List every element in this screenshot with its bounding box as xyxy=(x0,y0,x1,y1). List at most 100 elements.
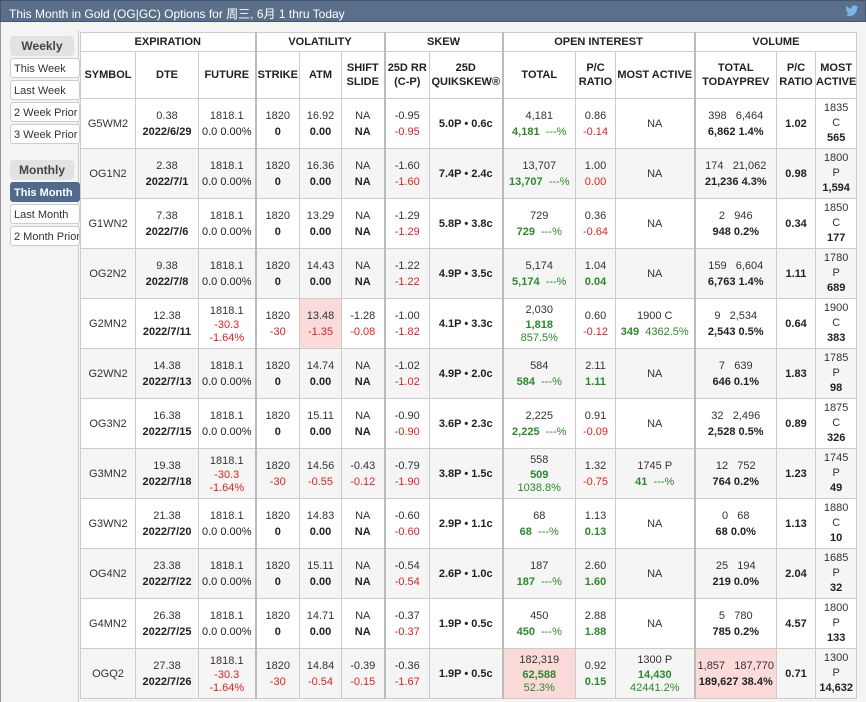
symbol[interactable]: OG4N2 xyxy=(89,568,126,580)
symbol[interactable]: G2WN2 xyxy=(88,368,127,380)
oi-new: 729 xyxy=(516,225,535,238)
rr-value: -0.90 xyxy=(394,409,420,422)
oi-total-cell: 187 187 ---% xyxy=(502,548,576,599)
vol-ma-type: P xyxy=(832,267,840,279)
vol-most-active-cell: 1745 P 49 xyxy=(814,448,858,499)
symbol-cell[interactable]: G2MN2 xyxy=(80,298,136,349)
col-oi-pc-ratio[interactable]: P/C RATIO xyxy=(575,51,616,99)
dte-cell: 0.38 2022/6/29 xyxy=(135,98,199,149)
oi-pc-change: -0.14 xyxy=(582,125,609,138)
symbol-cell[interactable]: OG4N2 xyxy=(80,548,136,599)
sidebar-item-2-week-prior[interactable]: 2 Week Prior xyxy=(10,102,80,122)
atm-cell: 14.83 0.00 xyxy=(299,498,342,549)
symbol[interactable]: G3WN2 xyxy=(88,518,127,530)
vol-today: 0 xyxy=(721,509,729,522)
symbol[interactable]: G5WM2 xyxy=(88,118,128,130)
symbol-cell[interactable]: G5WM2 xyxy=(80,98,136,149)
col-oi-most-active[interactable]: MOST ACTIVE xyxy=(615,51,696,99)
vol-total-cell: 159 6,604 6,763 1.4% xyxy=(694,248,777,299)
table-row[interactable]: G2MN2 12.38 2022/7/11 1818.1 -30.3 -1.64% 1820… xyxy=(80,298,858,349)
symbol[interactable]: G4MN2 xyxy=(89,618,127,630)
sidebar-item-last-month[interactable]: Last Month xyxy=(10,204,80,224)
dte: 7.38 xyxy=(156,209,178,222)
table-row[interactable]: G3WN2 21.38 2022/7/20 1818.1 0.0 0.00% 1820 0 1… xyxy=(80,498,858,549)
symbol[interactable]: G1WN2 xyxy=(88,218,127,230)
oi-total-cell: 2,030 1,818 857.5% xyxy=(502,298,576,349)
table-row[interactable]: OGQ2 27.38 2022/7/26 1818.1 -30.3 -1.64% 1820 -… xyxy=(80,648,858,699)
shift-value: -1.28 xyxy=(350,309,376,322)
strike: 1820 xyxy=(265,559,290,572)
table-row[interactable]: G5WM2 0.38 2022/6/29 1818.1 0.0 0.00% 1820 0 16… xyxy=(80,98,858,149)
table-row[interactable]: G1WN2 7.38 2022/7/6 1818.1 0.0 0.00% 1820 0 13.… xyxy=(80,198,858,249)
col-quikskew[interactable]: 25D QUIKSKEW® xyxy=(429,51,504,99)
vol-pc-ratio: 0.34 xyxy=(785,217,807,230)
col-shift-slide[interactable]: SHIFT SLIDE xyxy=(341,51,386,99)
sidebar-item-this-week[interactable]: This Week xyxy=(10,58,80,78)
symbol[interactable]: OG1N2 xyxy=(89,168,126,180)
symbol[interactable]: OG2N2 xyxy=(89,268,126,280)
col-25d-rr[interactable]: 25D RR (C-P) xyxy=(384,51,430,99)
vol-ma-strike: 1900 xyxy=(823,302,849,314)
strike: 1820 xyxy=(265,509,290,522)
symbol[interactable]: OG3N2 xyxy=(89,418,126,430)
table-row[interactable]: OG3N2 16.38 2022/7/15 1818.1 0.0 0.00% 1820 0 1… xyxy=(80,398,858,449)
symbol-cell[interactable]: G4MN2 xyxy=(80,598,136,649)
sidebar-item-last-week[interactable]: Last Week xyxy=(10,80,80,100)
oi-new: 1,818 xyxy=(525,319,554,331)
oi-most-active: 1745 P xyxy=(637,459,673,472)
strike: 1820 xyxy=(265,109,290,122)
group-volatility: VOLATILITY xyxy=(255,32,386,52)
strike-change: 0 xyxy=(274,125,281,138)
symbol[interactable]: OGQ2 xyxy=(92,668,124,680)
oi-most-active-cell: 1300 P 14,430 42441.2% xyxy=(615,648,696,699)
oi-most-active-cell: 1900 C 349 4362.5% xyxy=(615,298,696,349)
vol-total-cell: 1,857 187,770 189,627 38.4% xyxy=(694,648,777,699)
symbol-cell[interactable]: OG3N2 xyxy=(80,398,136,449)
symbol-cell[interactable]: G3WN2 xyxy=(80,498,136,549)
oi-most-active-cell: NA xyxy=(615,598,696,649)
oi-new: 62,588 xyxy=(522,669,557,681)
oi-new-pct: ---% xyxy=(541,375,562,388)
rr-change: -1.90 xyxy=(394,475,420,488)
col-atm[interactable]: ATM xyxy=(299,51,342,99)
symbol[interactable]: G2MN2 xyxy=(89,318,127,330)
symbol-cell[interactable]: OG2N2 xyxy=(80,248,136,299)
oi-most-active: NA xyxy=(647,217,663,230)
table-row[interactable]: G3MN2 19.38 2022/7/18 1818.1 -30.3 -1.64% 1820… xyxy=(80,448,858,499)
col-symbol[interactable]: SYMBOL xyxy=(80,51,136,99)
col-oi-total[interactable]: TOTAL xyxy=(502,51,576,99)
sidebar-item-2-month-prior[interactable]: 2 Month Prior xyxy=(10,226,80,246)
table-row[interactable]: OG2N2 9.38 2022/7/8 1818.1 0.0 0.00% 1820 0 14.… xyxy=(80,248,858,299)
col-vol-pc-ratio[interactable]: P/C RATIO xyxy=(776,51,816,99)
table-row[interactable]: G4MN2 26.38 2022/7/25 1818.1 0.0 0.00% 1820 0 1… xyxy=(80,598,858,649)
future-cell: 1818.1 0.0 0.00% xyxy=(198,198,257,249)
symbol[interactable]: G3MN2 xyxy=(89,468,127,480)
atm-change: 0.00 xyxy=(309,175,332,188)
symbol-cell[interactable]: G3MN2 xyxy=(80,448,136,499)
vol-prev: 187,770 xyxy=(734,659,774,672)
symbol-cell[interactable]: G2WN2 xyxy=(80,348,136,399)
future-cell: 1818.1 0.0 0.00% xyxy=(198,398,257,449)
symbol-cell[interactable]: G1WN2 xyxy=(80,198,136,249)
symbol-cell[interactable]: OGQ2 xyxy=(80,648,136,699)
col-future[interactable]: FUTURE xyxy=(198,51,257,99)
col-dte[interactable]: DTE xyxy=(135,51,199,99)
atm-cell: 14.74 0.00 xyxy=(299,348,342,399)
vol-pct: 4.3% xyxy=(741,175,767,188)
col-strike[interactable]: STRIKE xyxy=(255,51,300,99)
table-row[interactable]: G2WN2 14.38 2022/7/13 1818.1 0.0 0.00% 1820 0 1… xyxy=(80,348,858,399)
strike-change: 0 xyxy=(274,225,281,238)
atm-cell: 15.11 0.00 xyxy=(299,548,342,599)
symbol-cell[interactable]: OG1N2 xyxy=(80,148,136,199)
quikskew-cell: 3.8P • 1.5c xyxy=(429,448,504,499)
table-row[interactable]: OG1N2 2.38 2022/7/1 1818.1 0.0 0.00% 1820 0 16.… xyxy=(80,148,858,199)
col-vol-most-active[interactable]: MOST ACTIVE xyxy=(814,51,858,99)
table-row[interactable]: OG4N2 23.38 2022/7/22 1818.1 0.0 0.00% 1820 0 1… xyxy=(80,548,858,599)
vol-pc-ratio: 0.89 xyxy=(785,417,807,430)
sidebar-item-this-month[interactable]: This Month xyxy=(10,182,80,202)
sidebar-item-3-week-prior[interactable]: 3 Week Prior xyxy=(10,124,80,144)
vol-ma-qty: 98 xyxy=(830,382,843,394)
future-price: 1818.1 xyxy=(209,509,244,522)
twitter-icon[interactable] xyxy=(845,4,859,18)
col-vol-total[interactable]: TOTAL TODAYPREV xyxy=(694,51,777,99)
